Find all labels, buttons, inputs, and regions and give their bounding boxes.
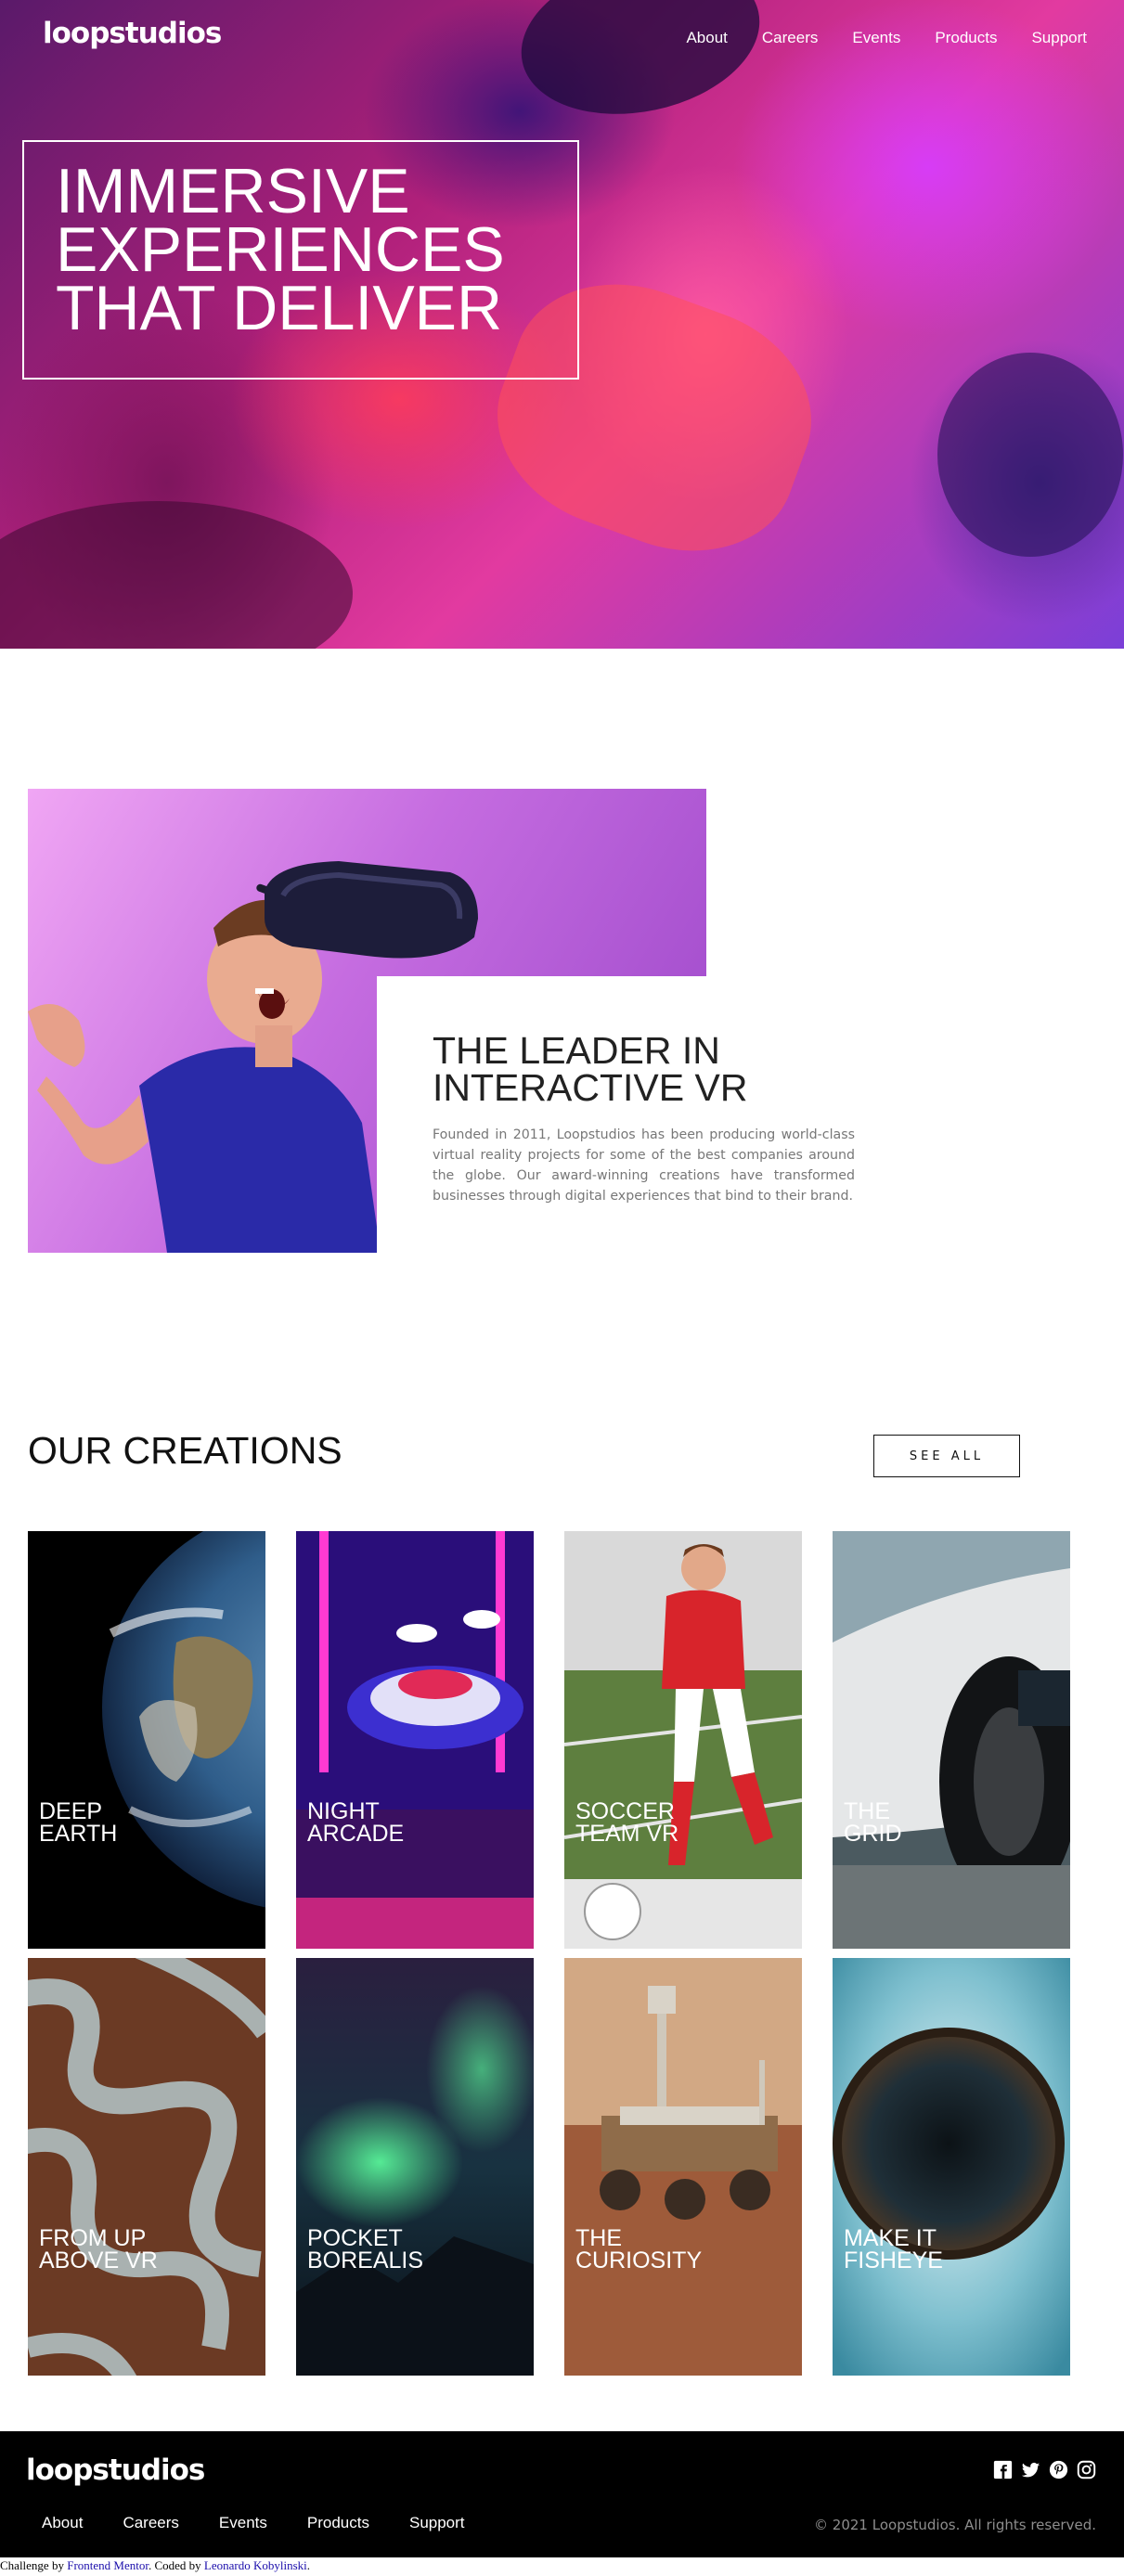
social-links xyxy=(993,2460,1096,2479)
creation-label-line: ABOVE VR xyxy=(39,2248,158,2273)
soccer-image xyxy=(564,1531,802,1949)
creation-label-line: TEAM VR xyxy=(575,1821,679,1847)
hero-bg-shape xyxy=(507,0,774,135)
hero-title: IMMERSIVE EXPERIENCES THAT DELIVER xyxy=(56,156,546,343)
hero-title-line: THAT DELIVER xyxy=(56,273,503,343)
creation-label-line: NIGHT xyxy=(307,1798,380,1824)
leader-card: THE LEADER IN INTERACTIVE VR Founded in … xyxy=(377,976,897,1264)
creation-label: FROM UP ABOVE VR xyxy=(39,2225,243,2273)
fisheye-image xyxy=(833,1958,1070,2376)
site-footer: loopstudios About Careers Events Product… xyxy=(0,2431,1124,2557)
creation-label: SOCCER TEAM VR xyxy=(575,1798,780,1847)
creation-card-from-up-above-vr[interactable]: FROM UP ABOVE VR xyxy=(28,1958,265,2376)
mars-rover-image xyxy=(564,1958,802,2376)
hero-title-line: IMMERSIVE xyxy=(56,156,410,226)
nav-link-about[interactable]: About xyxy=(686,29,727,47)
footer-link-events[interactable]: Events xyxy=(219,2514,267,2532)
aurora-image xyxy=(296,1958,534,2376)
creation-label: DEEP EARTH xyxy=(39,1798,243,1847)
attribution-prefix: Challenge by xyxy=(0,2558,68,2572)
frontend-mentor-link[interactable]: Frontend Mentor xyxy=(67,2558,149,2572)
footer-nav: About Careers Events Products Support xyxy=(42,2514,505,2532)
footer-link-about[interactable]: About xyxy=(42,2514,83,2532)
earth-image xyxy=(102,1531,265,1908)
creation-label-line: ARCADE xyxy=(307,1821,405,1847)
creation-label: THE GRID xyxy=(844,1798,1048,1847)
facebook-icon[interactable] xyxy=(993,2460,1013,2479)
footer-link-products[interactable]: Products xyxy=(307,2514,369,2532)
site-logo[interactable]: loopstudios xyxy=(43,17,222,50)
main-nav: About Careers Events Products Support xyxy=(652,29,1087,47)
arcade-image xyxy=(296,1531,534,1949)
creation-card-the-grid[interactable]: THE GRID xyxy=(833,1531,1070,1949)
nav-link-events[interactable]: Events xyxy=(852,29,900,47)
creation-card-night-arcade[interactable]: NIGHT ARCADE xyxy=(296,1531,534,1949)
hero-section: loopstudios About Careers Events Product… xyxy=(0,0,1124,649)
creation-label: THE CURIOSITY xyxy=(575,2225,780,2273)
leader-title-line: INTERACTIVE VR xyxy=(433,1066,748,1109)
footer-logo[interactable]: loopstudios xyxy=(26,2454,205,2487)
creation-label: POCKET BOREALIS xyxy=(307,2225,511,2273)
creation-label-line: EARTH xyxy=(39,1821,118,1847)
nav-link-careers[interactable]: Careers xyxy=(762,29,818,47)
copyright-text: © 2021 Loopstudios. All rights reserved. xyxy=(814,2517,1096,2533)
pinterest-icon[interactable] xyxy=(1049,2460,1068,2479)
creation-label-line: POCKET xyxy=(307,2225,403,2251)
creation-card-make-it-fisheye[interactable]: MAKE IT FISHEYE xyxy=(833,1958,1070,2376)
footer-link-support[interactable]: Support xyxy=(409,2514,465,2532)
creation-label-line: THE xyxy=(575,2225,622,2251)
attribution: Challenge by Frontend Mentor. Coded by L… xyxy=(0,2558,310,2573)
creation-label-line: DEEP xyxy=(39,1798,103,1824)
creation-label-line: GRID xyxy=(844,1821,902,1847)
nav-link-support[interactable]: Support xyxy=(1031,29,1087,47)
aerial-road-image xyxy=(28,1958,265,2376)
nav-link-products[interactable]: Products xyxy=(935,29,997,47)
twitter-icon[interactable] xyxy=(1021,2460,1040,2479)
see-all-button[interactable]: SEE ALL xyxy=(873,1435,1020,1477)
creation-label-line: THE xyxy=(844,1798,890,1824)
leader-title: THE LEADER IN INTERACTIVE VR xyxy=(433,1029,822,1109)
creation-label-line: FISHEYE xyxy=(844,2248,943,2273)
leader-description: Founded in 2011, Loopstudios has been pr… xyxy=(433,1127,855,1204)
creation-card-soccer-team-vr[interactable]: SOCCER TEAM VR xyxy=(564,1531,802,1949)
creation-label-line: BOREALIS xyxy=(307,2248,424,2273)
creations-title: OUR CREATIONS xyxy=(28,1429,342,1472)
footer-link-careers[interactable]: Careers xyxy=(123,2514,178,2532)
creation-card-pocket-borealis[interactable]: POCKET BOREALIS xyxy=(296,1958,534,2376)
author-link[interactable]: Leonardo Kobylinski xyxy=(204,2558,307,2572)
creation-label-line: SOCCER xyxy=(575,1798,675,1824)
creation-label: MAKE IT FISHEYE xyxy=(844,2225,1048,2273)
creation-label-line: MAKE IT xyxy=(844,2225,937,2251)
attribution-suffix: . xyxy=(306,2558,311,2572)
creation-card-the-curiosity[interactable]: THE CURIOSITY xyxy=(564,1958,802,2376)
hero-bg-shape xyxy=(0,501,353,649)
hero-title-line: EXPERIENCES xyxy=(56,214,505,285)
hero-bg-shape xyxy=(937,353,1123,557)
race-car-image xyxy=(833,1531,1070,1949)
leader-title-line: THE LEADER IN xyxy=(433,1029,720,1072)
creation-label: NIGHT ARCADE xyxy=(307,1798,511,1847)
creation-label-line: CURIOSITY xyxy=(575,2248,703,2273)
attribution-middle: . Coded by xyxy=(148,2558,204,2572)
vr-headset-icon xyxy=(265,861,478,959)
creation-card-deep-earth[interactable]: DEEP EARTH xyxy=(28,1531,265,1949)
hero-title-box: IMMERSIVE EXPERIENCES THAT DELIVER xyxy=(22,140,579,380)
instagram-icon[interactable] xyxy=(1077,2460,1096,2479)
creation-label-line: FROM UP xyxy=(39,2225,147,2251)
